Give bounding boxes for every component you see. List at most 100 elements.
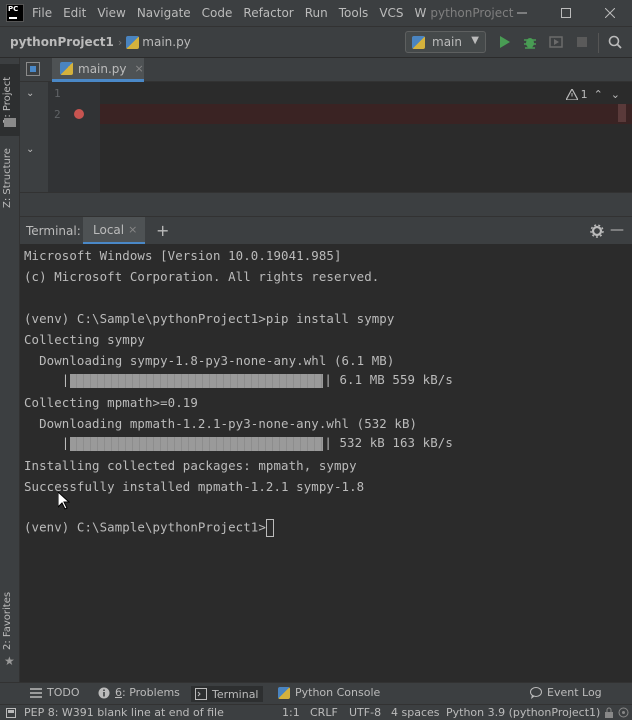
terminal-tab-local[interactable]: Local × — [83, 217, 145, 245]
menu-refactor[interactable]: Refactor — [243, 6, 293, 20]
chevron-down-icon[interactable]: ⌄ — [26, 144, 34, 155]
menu-navigate[interactable]: Navigate — [137, 6, 191, 20]
info-icon — [98, 687, 110, 698]
stop-button[interactable] — [574, 34, 590, 50]
menu-view[interactable]: View — [97, 6, 125, 20]
tab-structure[interactable]: Z: Structure — [2, 148, 13, 208]
chevron-down-icon[interactable]: ⌄ — [611, 88, 620, 101]
terminal-output[interactable]: Microsoft Windows [Version 10.0.19041.98… — [20, 244, 632, 680]
menu-tools[interactable]: Tools — [339, 6, 369, 20]
inspection-widget[interactable]: 1 ⌃ ⌄ — [565, 88, 620, 101]
problems-label: : Problems — [122, 686, 180, 699]
close-tab-icon[interactable]: × — [135, 62, 144, 75]
minimize-panel-icon[interactable]: — — [610, 222, 624, 238]
stop-icon — [577, 37, 587, 47]
tab-project[interactable]: 1: Project — [2, 77, 13, 124]
coverage-button[interactable] — [548, 34, 564, 50]
menu-run[interactable]: Run — [305, 6, 328, 20]
close-button[interactable] — [588, 0, 632, 26]
todo-button[interactable]: TODO — [30, 686, 80, 699]
terminal-line: (c) Microsoft Corporation. All rights re… — [24, 269, 380, 284]
bug-icon — [524, 38, 536, 49]
python-file-icon — [126, 35, 140, 49]
terminal-line: Successfully installed mpmath-1.2.1 symp… — [24, 479, 365, 494]
python-icon — [412, 35, 425, 49]
inspector-icon[interactable] — [618, 707, 629, 718]
run-configuration-select[interactable]: main ▼ — [405, 31, 486, 53]
minimize-icon — [517, 12, 527, 14]
python-console-label: Python Console — [295, 686, 381, 699]
breakpoint-icon[interactable] — [74, 109, 84, 119]
run-configuration-label: main — [432, 35, 462, 49]
minimize-button[interactable] — [500, 0, 544, 26]
star-icon: ★ — [4, 654, 15, 668]
indent-setting[interactable]: 4 spaces — [391, 706, 440, 719]
python-interpreter[interactable]: Python 3.9 (pythonProject1) — [446, 706, 600, 719]
debug-button[interactable] — [522, 34, 538, 50]
maximize-icon — [561, 8, 571, 18]
project-view-icon[interactable] — [26, 62, 40, 76]
menu-file[interactable]: File — [32, 6, 52, 20]
progress-line: | | 6.1 MB 559 kB/s — [24, 372, 453, 388]
current-line-highlight — [100, 104, 632, 124]
caret-position[interactable]: 1:1 — [282, 706, 300, 719]
code-editor[interactable]: ⌄ ⌄ 1 2 1 ⌃ ⌄ — [20, 82, 632, 216]
menu-items: File Edit View Navigate Code Refactor Ru… — [32, 6, 430, 20]
event-log-button[interactable]: Event Log — [530, 686, 602, 699]
todo-label: TODO — [47, 686, 80, 699]
problems-button[interactable]: 6: Problems — [98, 686, 180, 699]
editor-bottom-strip — [20, 192, 632, 216]
breadcrumb-file[interactable]: main.py — [126, 35, 191, 49]
python-icon — [278, 686, 290, 699]
menu-code[interactable]: Code — [202, 6, 233, 20]
gear-icon[interactable] — [590, 224, 604, 238]
file-encoding[interactable]: UTF-8 — [349, 706, 381, 719]
toggle-tool-windows-icon[interactable] — [6, 708, 16, 718]
folder-icon — [4, 118, 16, 127]
python-console-button[interactable]: Python Console — [278, 686, 380, 699]
terminal-line: Collecting mpmath>=0.19 — [24, 395, 198, 410]
menu-edit[interactable]: Edit — [63, 6, 86, 20]
progress-bar — [70, 436, 324, 451]
progress-prefix: | — [24, 372, 70, 387]
breadcrumb-project[interactable]: pythonProject1 — [10, 35, 114, 49]
terminal-line: Microsoft Windows [Version 10.0.19041.98… — [24, 248, 342, 263]
tool-window-bar: TODO 6: Problems Terminal Python Console… — [0, 682, 632, 704]
close-tab-icon[interactable]: × — [128, 223, 137, 236]
add-terminal-icon[interactable]: + — [156, 221, 169, 240]
menu-vcs[interactable]: VCS — [379, 6, 403, 20]
menu-bar: PC File Edit View Navigate Code Refactor… — [0, 0, 632, 26]
editor-tab-label: main.py — [78, 61, 127, 76]
editor-tab-main-py[interactable]: main.py × — [52, 58, 144, 82]
list-icon — [30, 687, 42, 698]
search-button[interactable] — [607, 34, 623, 50]
coverage-icon — [549, 36, 563, 48]
search-icon — [608, 35, 622, 49]
status-message[interactable]: PEP 8: W391 blank line at end of file — [24, 706, 224, 719]
breadcrumb-separator: › — [117, 35, 123, 49]
run-button[interactable] — [497, 34, 513, 50]
line-number: 2 — [54, 108, 61, 121]
error-stripe-marker[interactable] — [618, 104, 626, 122]
terminal-line: Installing collected packages: mpmath, s… — [24, 458, 357, 473]
terminal-line: Downloading sympy-1.8-py3-none-any.whl (… — [24, 353, 395, 368]
lock-icon[interactable] — [604, 707, 614, 718]
terminal-line: (venv) C:\Sample\pythonProject1>pip inst… — [24, 311, 395, 326]
progress-suffix: | 6.1 MB 559 kB/s — [324, 372, 453, 387]
editor-gutter: ⌄ ⌄ 1 2 — [20, 82, 100, 192]
terminal-button[interactable]: Terminal — [191, 686, 263, 702]
status-bar: PEP 8: W391 blank line at end of file 1:… — [0, 704, 632, 720]
fold-strip: ⌄ ⌄ — [20, 82, 48, 192]
terminal-prompt-line[interactable]: (venv) C:\Sample\pythonProject1> — [24, 519, 274, 537]
progress-bar — [70, 373, 324, 388]
speech-bubble-icon — [530, 686, 542, 699]
text-cursor — [265, 519, 274, 537]
chevron-up-icon[interactable]: ⌃ — [594, 88, 603, 101]
problems-shortcut: 6 — [115, 686, 122, 699]
chevron-down-icon: ▼ — [471, 35, 479, 46]
line-separator[interactable]: CRLF — [310, 706, 338, 719]
menu-window[interactable]: W — [415, 6, 427, 20]
chevron-down-icon[interactable]: ⌄ — [26, 88, 34, 99]
maximize-button[interactable] — [544, 0, 588, 26]
tab-favorites[interactable]: 2: Favorites — [2, 592, 13, 650]
